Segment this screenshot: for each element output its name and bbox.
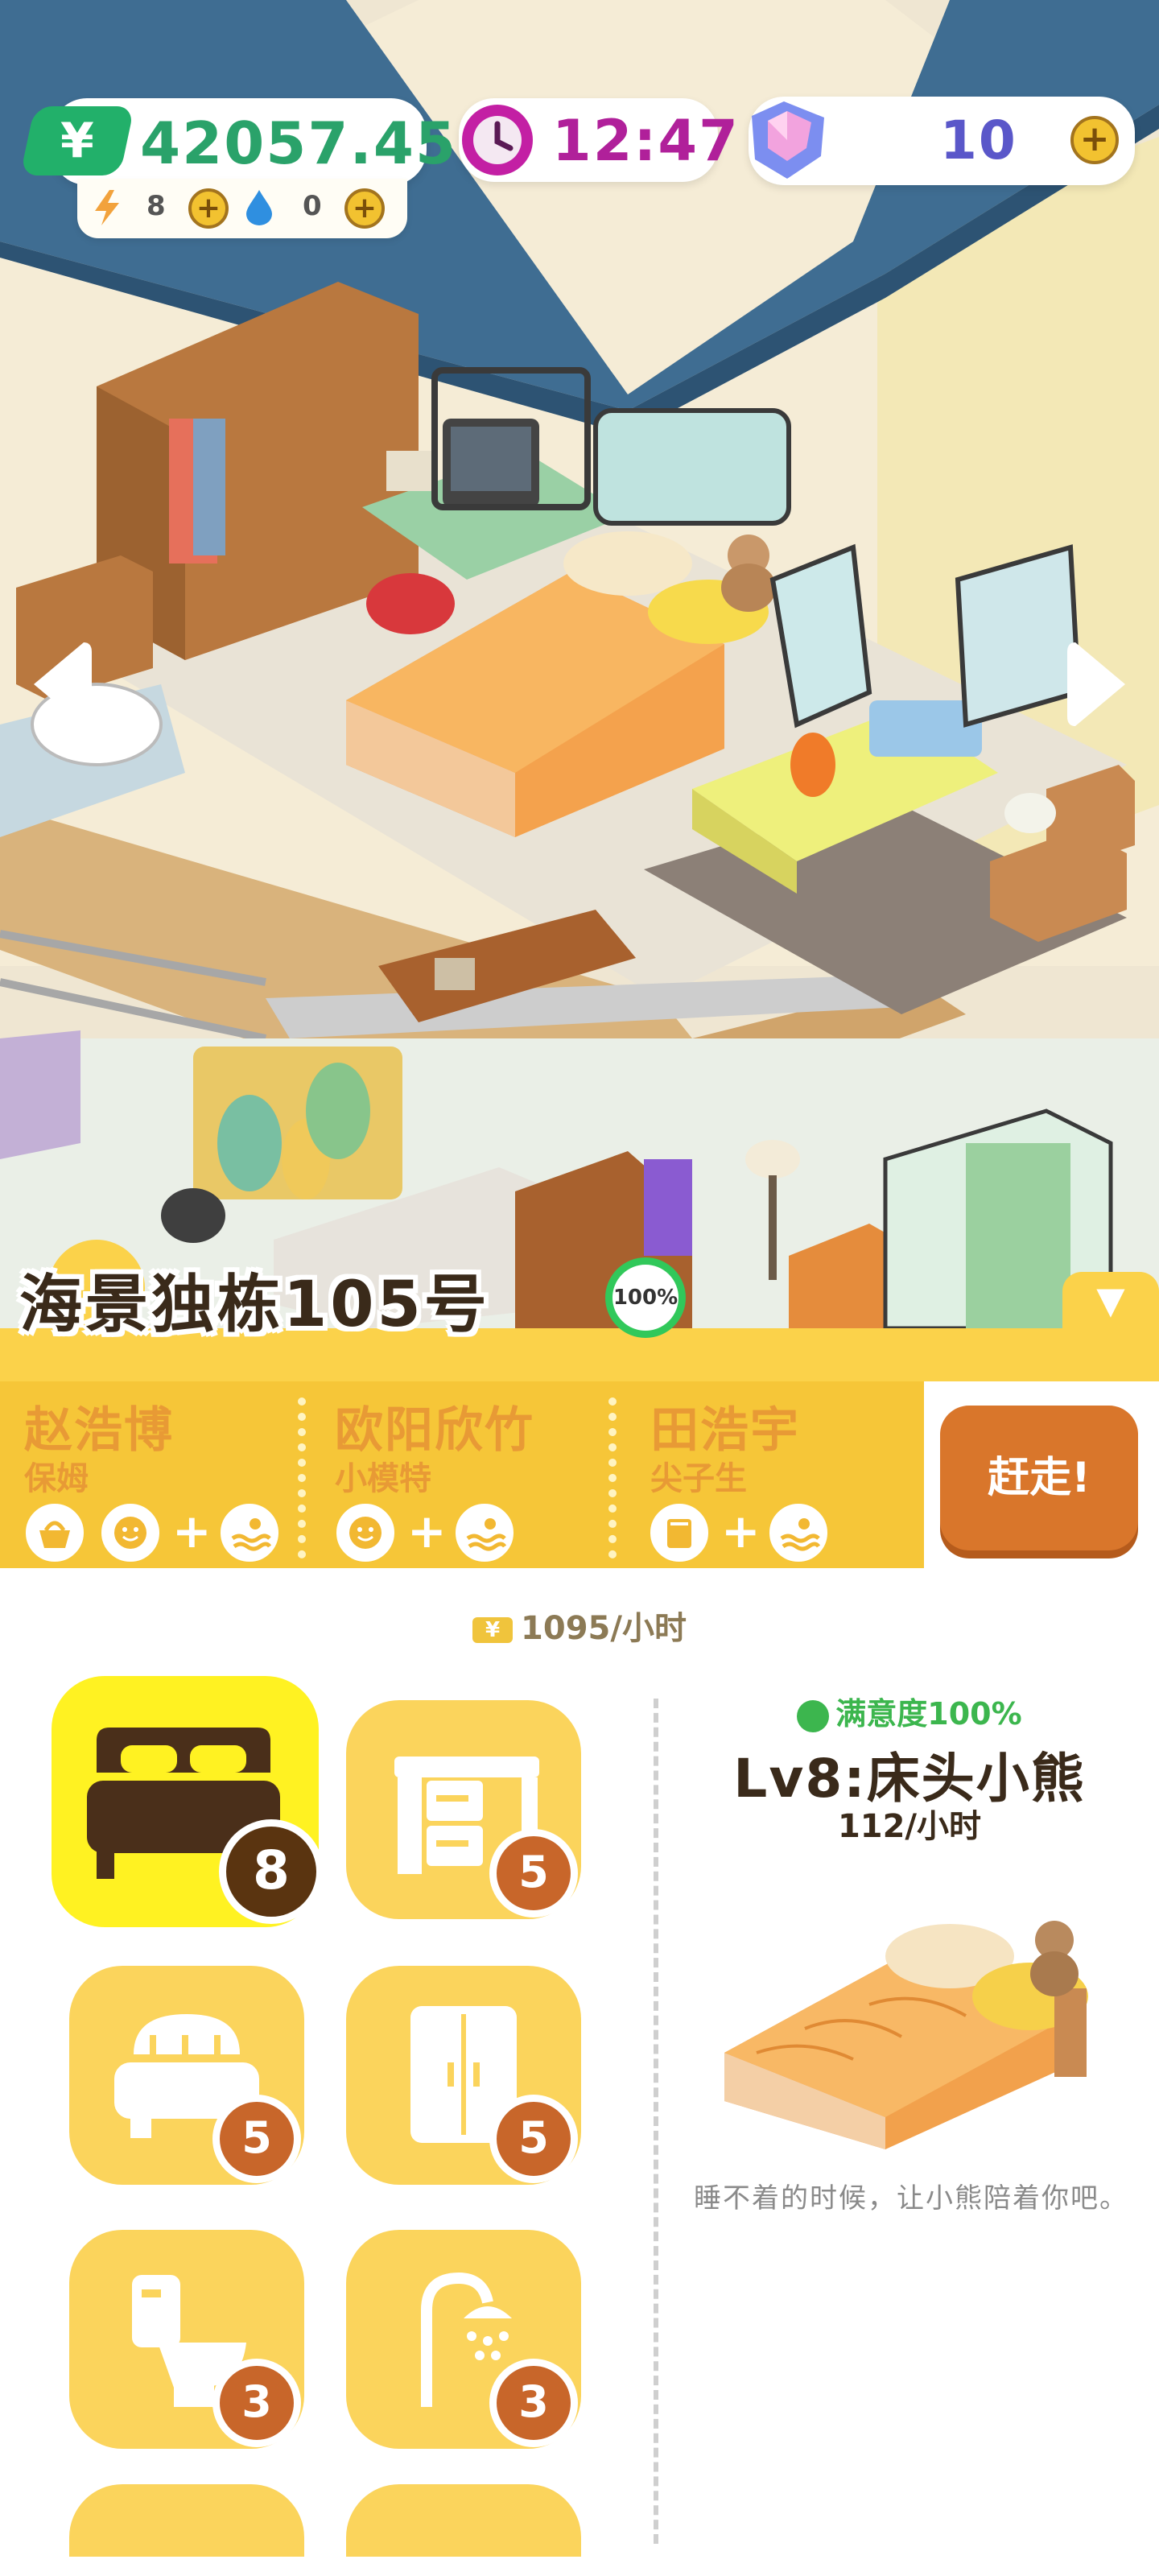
- water-add-button[interactable]: +: [344, 188, 385, 229]
- clock-display: 12:47: [459, 98, 738, 182]
- house-title: 海景独栋105号: [19, 1269, 490, 1341]
- level-badge: 3: [212, 2359, 301, 2447]
- occupancy-ring: 100%: [605, 1257, 686, 1338]
- tenant-name: 田浩宇: [650, 1402, 800, 1459]
- plus-sign: +: [407, 1504, 447, 1558]
- category-bathtub[interactable]: 5: [69, 1966, 304, 2185]
- category-shower[interactable]: 3: [346, 2230, 581, 2449]
- level-badge: 5: [212, 2095, 301, 2183]
- tenant-job: 保姆: [24, 1460, 89, 1497]
- category-bed[interactable]: 8: [52, 1676, 324, 1927]
- money-display: ¥ 42057.45: [19, 98, 456, 185]
- room-scene[interactable]: ¥ 42057.45 8 + 0 + 12:47 10 +: [0, 0, 1159, 1328]
- energy-add-button[interactable]: +: [188, 188, 229, 229]
- smile-face-icon: [101, 1504, 159, 1562]
- money-icon: ¥: [472, 1617, 514, 1643]
- income-rate-text: 1095/小时: [521, 1610, 687, 1647]
- category-partial[interactable]: [69, 2484, 304, 2557]
- money-amount: 42057.45: [140, 109, 458, 177]
- item-description: 睡不着的时候，让小熊陪着你吧。: [694, 2182, 1128, 2215]
- house-panel: ▼ 海景独栋105号 100% 赵浩博 保姆 + 欧阳欣竹 小模特 + 田浩宇 …: [0, 1257, 1159, 1647]
- next-house-button[interactable]: [1067, 636, 1135, 733]
- category-partial[interactable]: [346, 2484, 581, 2557]
- energy-icon: [92, 190, 122, 225]
- smile-face-icon: [336, 1504, 394, 1562]
- water-drop-icon: [245, 190, 274, 225]
- category-desk[interactable]: 5: [346, 1700, 581, 1919]
- gem-icon: [744, 100, 832, 180]
- tenant-job: 尖子生: [650, 1460, 747, 1497]
- tenant-card[interactable]: 赵浩博 保姆 +: [0, 1381, 298, 1568]
- chevron-down-icon: ▼: [1096, 1278, 1125, 1322]
- level-badge: 8: [219, 1819, 324, 1924]
- swim-icon: [221, 1504, 278, 1562]
- tenant-card[interactable]: 欧阳欣竹 小模特 +: [311, 1381, 608, 1568]
- plus-sign: +: [721, 1504, 761, 1558]
- income-rate: ¥1095/小时: [0, 1602, 1159, 1649]
- evict-button[interactable]: 赶走!: [940, 1406, 1138, 1550]
- tenant-job: 小模特: [335, 1460, 431, 1497]
- tenant-divider: [298, 1397, 306, 1558]
- satisfaction-label: 满意度100%: [692, 1689, 1127, 1733]
- tenant-list: 赵浩博 保姆 + 欧阳欣竹 小模特 + 田浩宇 尖子生 +: [0, 1381, 924, 1568]
- chevron-right-icon: [1067, 642, 1125, 726]
- level-badge: 5: [489, 2095, 578, 2183]
- book-icon: [650, 1504, 708, 1562]
- basket-icon: [26, 1504, 84, 1562]
- level-badge: 5: [489, 1829, 578, 1918]
- category-wardrobe[interactable]: 5: [346, 1966, 581, 2185]
- plus-sign: +: [172, 1504, 212, 1558]
- category-toilet[interactable]: 3: [69, 2230, 304, 2449]
- level-badge: 3: [489, 2359, 578, 2447]
- gem-count: 10: [940, 109, 1017, 171]
- swim-icon: [769, 1504, 827, 1562]
- gem-add-button[interactable]: +: [1070, 116, 1119, 164]
- tenant-divider: [608, 1397, 617, 1558]
- item-rate: 112/小时: [837, 1808, 982, 1845]
- resource-bar: 8 + 0 +: [77, 179, 407, 238]
- clock-icon: [460, 103, 534, 177]
- clock-time: 12:47: [552, 108, 740, 174]
- smile-face-icon: [797, 1699, 830, 1732]
- prev-house-button[interactable]: [24, 636, 92, 733]
- money-icon: ¥: [19, 106, 135, 175]
- panel-divider: [654, 1699, 658, 2544]
- energy-value: 8: [146, 190, 166, 222]
- tenant-card[interactable]: 田浩宇 尖子生 +: [621, 1381, 919, 1568]
- swim-icon: [456, 1504, 514, 1562]
- gem-display: 10 +: [749, 97, 1135, 185]
- chevron-left-icon: [34, 642, 92, 726]
- item-preview-image: [708, 1868, 1111, 2157]
- collapse-panel-button[interactable]: ▼: [1062, 1272, 1159, 1333]
- tenant-name: 赵浩博: [24, 1402, 174, 1459]
- water-value: 0: [303, 190, 322, 222]
- tenant-name: 欧阳欣竹: [335, 1402, 534, 1459]
